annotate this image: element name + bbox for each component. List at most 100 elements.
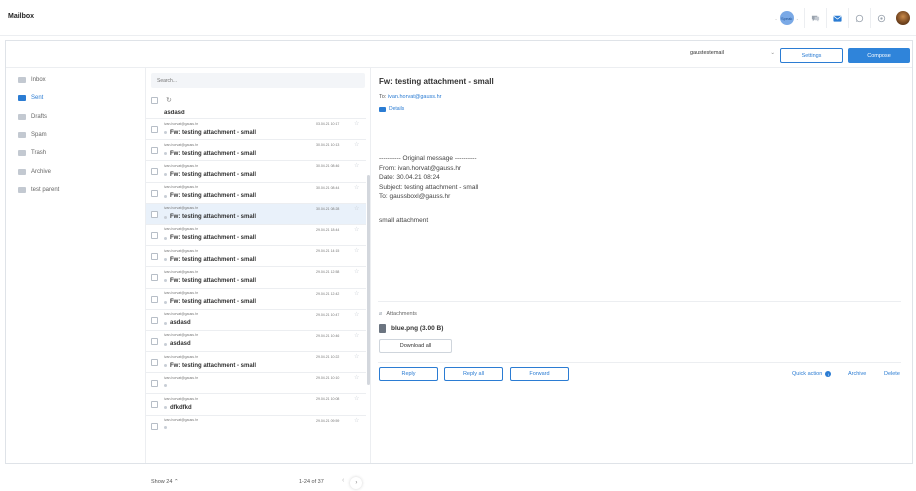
row-checkbox[interactable] — [151, 401, 158, 409]
row-checkbox[interactable] — [151, 295, 158, 303]
list-item[interactable]: ivan.horvat@gauss.hr Fw: testing attachme… — [146, 246, 366, 268]
row-checkbox[interactable] — [151, 168, 158, 176]
star-icon[interactable]: ☆ — [354, 120, 359, 127]
star-icon[interactable]: ☆ — [354, 226, 359, 233]
row-from: ivan.horvat@gauss.hr — [164, 142, 199, 147]
list-item[interactable]: ivan.horvat@gauss.hr Fw: testing attachme… — [146, 267, 366, 289]
row-checkbox[interactable] — [151, 189, 158, 197]
list-item[interactable]: ivan.horvat@gauss.hr Fw: testing attachme… — [146, 140, 366, 162]
list-item[interactable]: ivan.horvat@gauss.hr Fw: testing attachme… — [146, 161, 366, 183]
row-checkbox[interactable] — [151, 147, 158, 155]
list-item[interactable]: ivan.horvat@gauss.hr asdasd 29.04.21 10:47… — [146, 310, 366, 331]
prev-page-icon[interactable]: ‹ — [342, 477, 344, 489]
settings-button[interactable]: Settings — [780, 48, 843, 63]
forward-button[interactable]: Forward — [510, 367, 569, 381]
row-checkbox[interactable] — [151, 126, 158, 133]
row-subject — [164, 383, 170, 387]
sidebar-item-drafts[interactable]: Drafts — [12, 108, 145, 126]
list-item[interactable]: ivan.horvat@gauss.hr Fw: testing attachme… — [146, 289, 366, 310]
list-item[interactable]: ivan.horvat@gauss.hr dfkdfkd 29.04.21 10:0… — [146, 394, 366, 416]
speak-status[interactable]: - Speak - — [769, 11, 804, 25]
star-icon[interactable]: ☆ — [354, 268, 359, 275]
list-item[interactable]: asdasd — [146, 110, 366, 119]
compose-button[interactable]: Compose — [848, 48, 910, 63]
sidebar-item-test-parent[interactable]: test parent — [12, 181, 145, 199]
unread-dot-icon — [164, 342, 167, 346]
star-icon[interactable]: ☆ — [354, 417, 359, 424]
list-tools: ↻ — [151, 97, 172, 104]
select-all-checkbox[interactable] — [151, 97, 158, 104]
star-icon[interactable]: ☆ — [354, 205, 359, 212]
star-icon[interactable]: ☆ — [354, 374, 359, 381]
row-date: 29.04.21 10:46 — [316, 333, 340, 338]
star-icon[interactable]: ☆ — [354, 311, 359, 318]
list-item[interactable]: ivan.horvat@gauss.hr Fw: testing attachme… — [146, 119, 366, 141]
row-date: 29.04.21 10:22 — [316, 355, 340, 360]
avatar[interactable] — [896, 11, 910, 25]
sidebar-item-archive[interactable]: Archive — [12, 162, 145, 180]
folder-icon — [18, 77, 26, 84]
row-checkbox[interactable] — [151, 231, 158, 239]
refresh-icon[interactable]: ↻ — [166, 97, 172, 104]
list-item[interactable]: ivan.horvat@gauss.hr Fw: testing attachme… — [146, 225, 366, 247]
details-toggle[interactable]: Details — [379, 106, 404, 112]
star-icon[interactable]: ☆ — [354, 395, 359, 402]
folder-icon — [18, 186, 26, 193]
row-from: ivan.horvat@gauss.hr — [164, 248, 199, 253]
attachment-file[interactable]: blue.png (3.00 B) — [379, 324, 443, 333]
row-from: ivan.horvat@gauss.hr — [164, 312, 199, 317]
row-checkbox[interactable] — [151, 422, 158, 430]
star-icon[interactable]: ☆ — [354, 247, 359, 254]
list-item[interactable]: ivan.horvat@gauss.hr Fw: testing attachme… — [146, 183, 366, 204]
row-checkbox[interactable] — [151, 316, 158, 324]
row-checkbox[interactable] — [151, 253, 158, 261]
row-checkbox[interactable] — [151, 274, 158, 282]
row-checkbox[interactable] — [151, 380, 158, 388]
original-subject: Subject: testing attachment - small — [379, 183, 479, 191]
row-subject: asdasd — [164, 320, 191, 326]
list-item[interactable]: ivan.horvat@gauss.hr asdasd 29.04.21 10:46… — [146, 331, 366, 353]
row-subject — [164, 426, 170, 430]
unread-dot-icon — [164, 426, 167, 430]
paperclip-icon: ⌀ — [379, 311, 383, 317]
sidebar-item-sent[interactable]: Sent — [12, 89, 145, 107]
sidebar-item-spam[interactable]: Spam — [12, 126, 145, 144]
account-select[interactable]: gaustestemail ⌄ — [690, 50, 775, 56]
list-item[interactable]: ivan.horvat@gauss.hr Fw: testing attachme… — [146, 352, 366, 374]
reply-button[interactable]: Reply — [379, 367, 438, 381]
row-checkbox[interactable] — [151, 210, 158, 218]
archive-link[interactable]: Archive — [848, 371, 866, 377]
delete-link[interactable]: Delete — [884, 371, 900, 377]
message-subject: Fw: testing attachment - small — [379, 77, 494, 86]
row-date: 29.04.21 14:15 — [316, 249, 340, 254]
message-content: small attachment — [379, 216, 429, 224]
star-icon[interactable]: ☆ — [354, 184, 359, 191]
reply-all-button[interactable]: Reply all — [444, 367, 503, 381]
page-size-select[interactable]: Show 24 ⌃ — [151, 479, 179, 485]
row-checkbox[interactable] — [151, 337, 158, 345]
to-address-link[interactable]: ivan.horvat@gauss.hr — [388, 94, 442, 100]
row-subject: Fw: testing attachment - small — [164, 172, 256, 178]
row-date: 29.04.21 18:44 — [316, 227, 340, 232]
star-icon[interactable]: ☆ — [354, 141, 359, 148]
mail-icon[interactable] — [826, 8, 848, 28]
chat-icon[interactable] — [804, 8, 826, 28]
star-icon[interactable]: ☆ — [354, 290, 359, 297]
star-icon[interactable]: ☆ — [354, 353, 359, 360]
list-scrollbar[interactable] — [367, 175, 370, 385]
settings-icon[interactable] — [870, 8, 892, 28]
quick-action[interactable]: Quick action i — [792, 371, 832, 377]
star-icon[interactable]: ☆ — [354, 332, 359, 339]
search-input[interactable] — [151, 73, 365, 88]
folder-icon — [18, 168, 26, 175]
list-item[interactable]: ivan.horvat@gauss.hr 29.04.21 10:10 ☆ — [146, 373, 366, 395]
sidebar-item-inbox[interactable]: Inbox — [12, 71, 145, 89]
row-checkbox[interactable] — [151, 359, 158, 367]
next-page-icon[interactable]: › — [350, 477, 363, 489]
star-icon[interactable]: ☆ — [354, 162, 359, 169]
list-item[interactable]: ivan.horvat@gauss.hr 29.04.21 09:59 ☆ — [146, 416, 366, 430]
download-all-button[interactable]: Download all — [379, 339, 452, 353]
list-item[interactable]: ivan.horvat@gauss.hr Fw: testing attachme… — [146, 203, 366, 225]
whatsapp-icon[interactable] — [848, 8, 870, 28]
sidebar-item-trash[interactable]: Trash — [12, 144, 145, 162]
